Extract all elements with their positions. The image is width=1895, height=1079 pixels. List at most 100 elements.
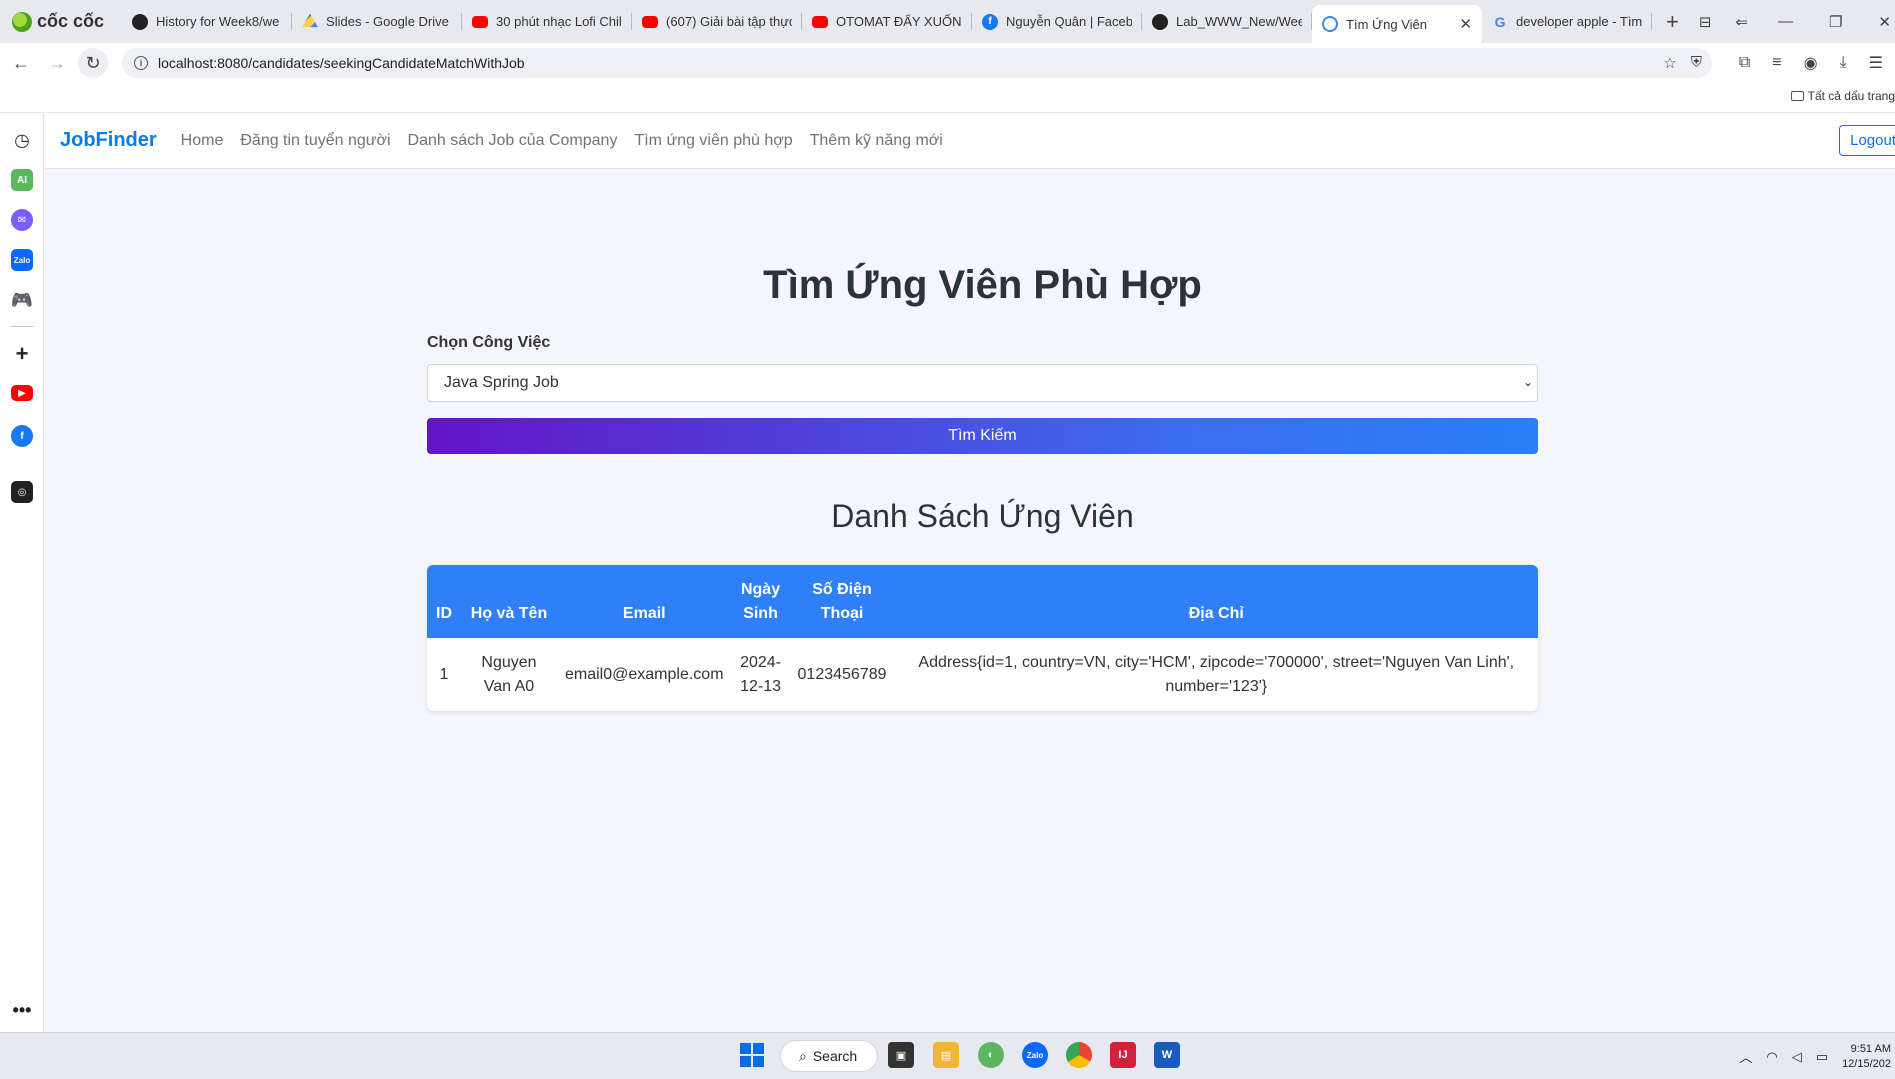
close-window-icon[interactable]: ✕ xyxy=(1860,13,1895,31)
job-select-label: Chọn Công Việc xyxy=(427,334,551,351)
browser-tab[interactable]: Gdeveloper apple - Tìm xyxy=(1482,0,1653,43)
nav-link-find-candidates[interactable]: Tìm ứng viên phù hợp xyxy=(634,132,792,150)
clock-time: 9:51 AM xyxy=(1850,1042,1891,1055)
more-icon[interactable]: ••• xyxy=(11,999,33,1021)
back-icon[interactable]: ← xyxy=(6,48,36,78)
search-icon: ⌕ xyxy=(799,1047,807,1064)
cell-dob: 2024-12-13 xyxy=(740,653,781,695)
back-arrow-icon[interactable]: ⇐ xyxy=(1723,13,1760,31)
menu-icon[interactable]: ☰ xyxy=(1869,53,1883,73)
github-icon xyxy=(132,13,149,30)
chevron-up-icon[interactable]: ︿ xyxy=(1739,1047,1752,1066)
facebook-icon[interactable]: f xyxy=(11,425,33,447)
wifi-icon[interactable]: ◠ xyxy=(1766,1049,1777,1065)
tab-title: developer apple - Tìm xyxy=(1516,14,1643,29)
url-input[interactable]: i localhost:8080/candidates/seekingCandi… xyxy=(122,48,1712,78)
file-explorer-icon[interactable]: ▤ xyxy=(933,1042,959,1068)
column-header-id: ID xyxy=(427,565,461,638)
browser-tab[interactable]: Lab_WWW_New/Wee xyxy=(1142,0,1313,43)
system-tray: ︿ ◠ ◁ ▭ 9:51 AM 12/15/202 xyxy=(1739,1033,1895,1079)
github-icon xyxy=(1152,13,1169,30)
job-select[interactable]: Java Spring Job ⌄ xyxy=(427,364,1538,402)
browser-tab[interactable]: History for Week8/we xyxy=(122,0,293,43)
browser-tab[interactable]: OTOMAT ĐẨY XUỐNG xyxy=(802,0,973,43)
browser-tab-bar: cốc cốc History for Week8/we Slides - Go… xyxy=(0,0,1895,43)
app-icon[interactable]: ◎ xyxy=(11,481,33,503)
bookmark-bar: Tất cả dấu trang xyxy=(0,83,1895,113)
extensions-icon[interactable]: ⧉ xyxy=(1739,54,1750,72)
reload-icon[interactable]: ↻ xyxy=(78,48,108,78)
tab-title: Nguyễn Quân | Faceb xyxy=(1006,14,1133,29)
window-controls: ⊟ ⇐ — ❐ ✕ xyxy=(1687,0,1895,43)
nav-link-add-skill[interactable]: Thêm kỹ năng mới xyxy=(810,132,943,150)
restore-icon[interactable]: ❐ xyxy=(1811,13,1860,31)
tab-title: Lab_WWW_New/Wee xyxy=(1176,14,1303,29)
browser-brand[interactable]: cốc cốc xyxy=(0,0,122,43)
forward-icon[interactable]: → xyxy=(42,48,72,78)
zalo-taskbar-icon[interactable]: Zalo xyxy=(1022,1042,1048,1068)
youtube-icon xyxy=(472,15,489,28)
column-header-dob: Ngày Sinh xyxy=(731,565,790,638)
web-page: JobFinder Home Đăng tin tuyển người Danh… xyxy=(45,113,1895,1032)
page-title: Tìm Ứng Viên Phù Hợp xyxy=(763,263,1202,307)
download-icon[interactable]: ⤓ xyxy=(1840,54,1847,72)
clock[interactable]: 9:51 AM 12/15/202 xyxy=(1842,1042,1891,1072)
navbar-brand[interactable]: JobFinder xyxy=(60,129,157,152)
minimize-icon[interactable]: — xyxy=(1760,13,1811,30)
taskbar-search[interactable]: ⌕ Search xyxy=(780,1040,878,1072)
volume-icon[interactable]: ◁ xyxy=(1792,1049,1802,1065)
task-view-icon[interactable]: ▣ xyxy=(888,1042,914,1068)
game-controller-icon[interactable]: 🎮 xyxy=(11,289,33,311)
cell-address: Address{id=1, country=VN, city='HCM', zi… xyxy=(918,653,1515,695)
tab-title: OTOMAT ĐẨY XUỐNG xyxy=(836,14,963,29)
history-icon[interactable]: ◷ xyxy=(11,129,33,151)
nav-link-home[interactable]: Home xyxy=(181,132,224,150)
shield-icon[interactable]: ⛨ xyxy=(1691,54,1702,72)
profile-icon[interactable]: ◉ xyxy=(1804,53,1818,73)
job-select-value: Java Spring Job xyxy=(444,374,559,391)
windows-taskbar: ⌕ Search ▣ ▤ ◐ Zalo IJ W ︿ ◠ ◁ ▭ 9:51 AM… xyxy=(0,1032,1895,1079)
google-drive-icon xyxy=(302,13,319,28)
messenger-icon[interactable]: ✉ xyxy=(11,209,33,231)
column-header-address: Địa Chỉ xyxy=(894,565,1538,638)
add-icon[interactable]: + xyxy=(11,341,33,366)
chrome-icon[interactable] xyxy=(1066,1042,1092,1068)
bookmark-star-icon[interactable]: ☆ xyxy=(1663,54,1676,72)
candidate-table: ID Họ và Tên Email Ngày Sinh Số Điện Tho… xyxy=(427,565,1538,711)
table-row: 1 Nguyen Van A0 email0@example.com 2024-… xyxy=(427,638,1538,711)
globe-icon xyxy=(1322,16,1339,32)
word-icon[interactable]: W xyxy=(1154,1042,1180,1068)
browser-tab[interactable]: 30 phút nhạc Lofi Chil xyxy=(462,0,633,43)
nav-link-post-job[interactable]: Đăng tin tuyển người xyxy=(240,132,390,150)
nav-link-company-jobs[interactable]: Danh sách Job của Company xyxy=(408,132,618,150)
site-info-icon[interactable]: i xyxy=(134,56,148,70)
clock-date: 12/15/202 xyxy=(1842,1057,1891,1070)
bookmark-folder[interactable]: Tất cả dấu trang xyxy=(1790,89,1895,103)
folder-icon xyxy=(1790,91,1804,101)
windows-start-icon[interactable] xyxy=(740,1043,764,1067)
coccoc-logo-icon xyxy=(12,11,32,32)
zalo-icon[interactable]: Zalo xyxy=(11,249,33,271)
tab-title: Slides - Google Drive xyxy=(326,14,449,29)
battery-icon[interactable]: ▭ xyxy=(1816,1049,1828,1065)
media-icon[interactable]: ≡ xyxy=(1772,54,1781,72)
bookmark-folder-label: Tất cả dấu trang xyxy=(1807,89,1895,103)
url-text: localhost:8080/candidates/seekingCandida… xyxy=(158,55,525,71)
cell-phone: 0123456789 xyxy=(797,665,887,683)
search-button[interactable]: Tìm Kiếm xyxy=(427,418,1538,454)
browser-tab-active[interactable]: Tìm Ứng Viên ✕ xyxy=(1312,5,1483,43)
logout-button[interactable]: Logout xyxy=(1839,125,1895,156)
browser-tab[interactable]: (607) Giải bài tập thực xyxy=(632,0,803,43)
coccoc-taskbar-icon[interactable]: ◐ xyxy=(978,1042,1004,1068)
browser-tab[interactable]: Slides - Google Drive xyxy=(292,0,463,43)
youtube-icon[interactable]: ▶ xyxy=(11,385,33,401)
tab-title: 30 phút nhạc Lofi Chil xyxy=(496,14,622,29)
address-bar: ← → ↻ i localhost:8080/candidates/seekin… xyxy=(0,43,1895,83)
column-header-name: Họ và Tên xyxy=(461,565,557,638)
browser-tab[interactable]: f Nguyễn Quân | Faceb xyxy=(972,0,1143,43)
close-tab-icon[interactable]: ✕ xyxy=(1453,15,1472,33)
ai-assistant-icon[interactable]: AI xyxy=(11,169,33,191)
cell-name: Nguyen Van A0 xyxy=(481,653,537,695)
intellij-icon[interactable]: IJ xyxy=(1110,1042,1136,1068)
tab-search-icon[interactable]: ⊟ xyxy=(1687,13,1724,31)
